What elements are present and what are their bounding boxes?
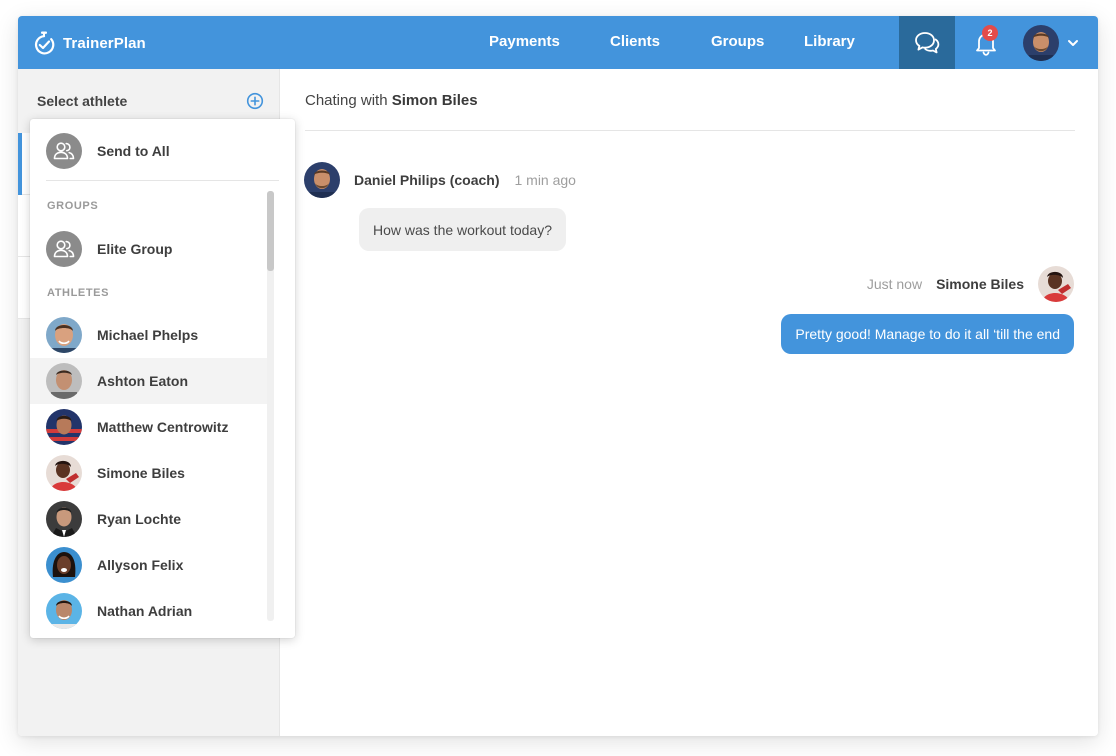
message-sender: Simone Biles xyxy=(936,276,1024,292)
select-athlete-title: Select athlete xyxy=(37,93,128,109)
notification-badge: 2 xyxy=(982,25,998,41)
athlete-label: Ryan Lochte xyxy=(97,511,182,527)
nav-clients[interactable]: Clients xyxy=(610,33,660,50)
user-avatar xyxy=(1023,25,1059,61)
stopwatch-icon xyxy=(34,31,55,55)
athlete-label: Michael Phelps xyxy=(97,327,199,343)
dropdown-divider xyxy=(46,180,279,181)
top-nav-bar: TrainerPlan Payments Clients Groups Libr… xyxy=(18,16,1098,69)
athlete-label: Simone Biles xyxy=(97,465,185,481)
notifications-button[interactable]: 2 xyxy=(961,16,1011,69)
nav-library[interactable]: Library xyxy=(804,33,855,50)
athlete-avatar xyxy=(46,547,82,583)
athlete-avatar xyxy=(46,317,82,353)
nav-groups[interactable]: Groups xyxy=(711,33,764,50)
message-time: Just now xyxy=(866,276,923,292)
app-name: TrainerPlan xyxy=(63,34,146,52)
coach-avatar xyxy=(304,162,340,198)
group-item-elite-group[interactable]: Elite Group xyxy=(30,226,267,272)
chat-bubbles-icon xyxy=(915,31,940,53)
brand-logo[interactable]: TrainerPlan xyxy=(33,29,146,57)
users-icon xyxy=(46,231,82,267)
chat-header: Chating with Simon Biles xyxy=(305,92,478,109)
athlete-avatar xyxy=(46,593,82,629)
message-meta-outgoing: Just now Simone Biles xyxy=(867,266,1074,302)
athlete-item-michael-phelps[interactable]: Michael Phelps xyxy=(30,312,267,358)
active-indicator xyxy=(18,133,22,195)
app-window: TrainerPlan Payments Clients Groups Libr… xyxy=(18,16,1098,736)
chevron-down-icon xyxy=(1068,40,1078,46)
users-icon xyxy=(46,133,82,169)
message-time: 1 min ago xyxy=(514,172,576,188)
athlete-label: Allyson Felix xyxy=(97,557,184,573)
athlete-item-ryan-lochte[interactable]: Ryan Lochte xyxy=(30,496,267,542)
athlete-item-allyson-felix[interactable]: Allyson Felix xyxy=(30,542,267,588)
athlete-label: Ashton Eaton xyxy=(97,373,188,389)
athlete-avatar xyxy=(1038,266,1074,302)
send-to-all-option[interactable]: Send to All xyxy=(30,127,295,175)
message-bubble-incoming: How was the workout today? xyxy=(359,208,566,251)
athlete-label: Nathan Adrian xyxy=(97,603,193,619)
athlete-item-matthew-centrowitz[interactable]: Matthew Centrowitz xyxy=(30,404,267,450)
chat-header-prefix: Chating with xyxy=(305,92,388,109)
plus-circle-icon[interactable] xyxy=(246,92,264,110)
chat-header-name: Simon Biles xyxy=(391,92,478,109)
athletes-section-label: ATHLETES xyxy=(47,287,110,299)
group-label: Elite Group xyxy=(97,241,173,257)
chat-button[interactable] xyxy=(899,16,955,69)
athlete-label: Matthew Centrowitz xyxy=(97,419,229,435)
athlete-avatar xyxy=(46,363,82,399)
athlete-avatar xyxy=(46,409,82,445)
athlete-item-simone-biles[interactable]: Simone Biles xyxy=(30,450,267,496)
athlete-item-ashton-eaton[interactable]: Ashton Eaton xyxy=(30,358,267,404)
message-sender: Daniel Philips (coach) xyxy=(354,172,500,188)
chat-panel: Chating with Simon Biles Daniel Philips … xyxy=(280,69,1098,736)
message-meta-incoming: Daniel Philips (coach) 1 min ago xyxy=(304,162,576,198)
athlete-avatar xyxy=(46,501,82,537)
nav-payments[interactable]: Payments xyxy=(489,33,560,50)
athlete-dropdown: Send to All GROUPS Elite Group ATHLETES … xyxy=(30,119,295,638)
send-to-all-label: Send to All xyxy=(97,143,170,159)
athlete-item-nathan-adrian[interactable]: Nathan Adrian xyxy=(30,588,267,634)
chat-divider xyxy=(305,130,1075,131)
groups-section-label: GROUPS xyxy=(47,200,99,212)
message-bubble-outgoing: Pretty good! Manage to do it all ‘till t… xyxy=(781,314,1074,354)
user-menu[interactable] xyxy=(1023,24,1079,62)
athlete-avatar xyxy=(46,455,82,491)
dropdown-scrollbar-thumb[interactable] xyxy=(267,191,274,271)
